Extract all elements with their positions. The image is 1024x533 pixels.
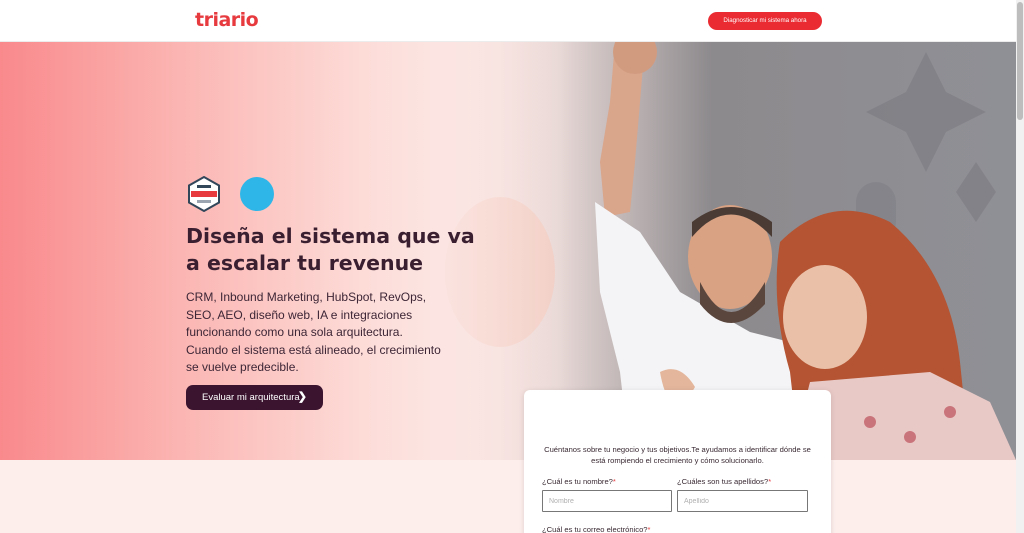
diagnose-system-button[interactable]: Diagnosticar mi sistema ahora xyxy=(708,12,822,30)
last-name-label-text: ¿Cuáles son tus apellidos? xyxy=(677,477,769,486)
evaluate-architecture-button[interactable]: Evaluar mi arquitectura ❯ xyxy=(186,385,323,410)
last-name-input[interactable] xyxy=(677,490,808,512)
required-mark: * xyxy=(612,477,616,486)
site-header: triario Diagnosticar mi sistema ahora xyxy=(0,0,1016,42)
first-name-label-text: ¿Cuál es tu nombre? xyxy=(542,477,613,486)
triario-logo[interactable]: triario xyxy=(195,9,259,31)
form-intro: Cuéntanos sobre tu negocio y tus objetiv… xyxy=(544,445,811,465)
first-name-input[interactable] xyxy=(542,490,672,512)
partner-badges xyxy=(186,176,274,212)
last-name-label: ¿Cuáles son tus apellidos?* xyxy=(677,477,771,486)
hero-description-line: CRM, Inbound Marketing, HubSpot, RevOps,… xyxy=(186,290,427,339)
hero-description: CRM, Inbound Marketing, HubSpot, RevOps,… xyxy=(186,289,456,377)
scrollbar-thumb[interactable] xyxy=(1017,2,1023,120)
hero-title: Diseña el sistema que va a escalar tu re… xyxy=(186,224,475,275)
page-scrollbar[interactable] xyxy=(1016,0,1024,533)
chevron-right-icon: ❯ xyxy=(297,391,307,403)
contact-form: Cuéntanos sobre tu negocio y tus objetiv… xyxy=(524,390,831,533)
lower-section xyxy=(0,460,1016,533)
page: triario Diagnosticar mi sistema ahora Di… xyxy=(0,0,1016,533)
required-mark: * xyxy=(768,477,772,486)
evaluate-architecture-label: Evaluar mi arquitectura xyxy=(202,392,300,403)
hubspot-partner-badge-icon xyxy=(188,176,220,212)
hero-section: Diseña el sistema que va a escalar tu re… xyxy=(0,42,1016,460)
required-mark: * xyxy=(647,525,651,533)
email-label-text: ¿Cuál es tu correo electrónico? xyxy=(542,525,648,533)
hubspot-select-badge-icon xyxy=(240,177,274,211)
hero-description-line: Cuando el sistema está alineado, el crec… xyxy=(186,342,441,375)
email-label: ¿Cuál es tu correo electrónico?* xyxy=(542,525,651,533)
first-name-label: ¿Cuál es tu nombre?* xyxy=(542,477,616,486)
